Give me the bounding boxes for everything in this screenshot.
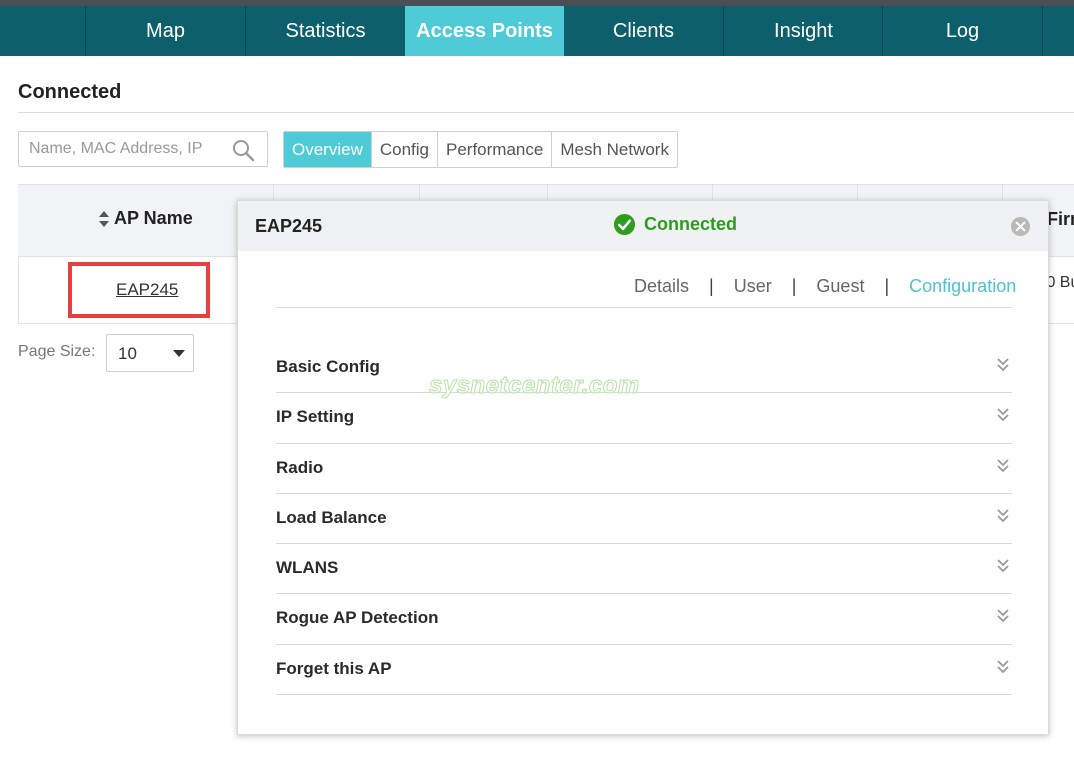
config-item-label: Load Balance [276, 507, 387, 527]
tab-configuration[interactable]: Configuration [909, 276, 1016, 297]
config-item-label: Rogue AP Detection [276, 608, 439, 628]
config-item-label: IP Setting [276, 407, 355, 427]
double-chevron-down-icon [997, 358, 1009, 372]
config-item-wlans[interactable]: WLANS [276, 544, 1012, 595]
config-item-label: Forget this AP [276, 658, 392, 678]
config-list: Basic Config IP Setting Radio Load Balan… [276, 343, 1012, 696]
nav-divider [1042, 6, 1043, 56]
double-chevron-down-icon [997, 509, 1009, 523]
config-item-label: Radio [276, 457, 324, 477]
close-icon[interactable] [1010, 216, 1031, 237]
column-header-label: AP Name [114, 208, 193, 228]
tab-separator: | [791, 276, 797, 296]
nav-tab-map[interactable]: Map [86, 6, 245, 56]
nav-tab-log[interactable]: Log [883, 6, 1042, 56]
tab-performance[interactable]: Performance [437, 132, 552, 167]
double-chevron-down-icon [997, 408, 1009, 422]
double-chevron-down-icon [997, 609, 1009, 623]
config-item-label: Basic Config [276, 357, 380, 376]
section-divider [18, 112, 1074, 113]
tab-separator: | [884, 276, 890, 296]
tab-guest[interactable]: Guest [816, 276, 864, 297]
config-item-forget-this-ap[interactable]: Forget this AP [276, 645, 1012, 696]
nav-tab-insight[interactable]: Insight [724, 6, 883, 56]
popup-header: EAP245 Connected [238, 201, 1048, 251]
page-size-value: 10 [118, 344, 137, 363]
config-item-ip-setting[interactable]: IP Setting [276, 393, 1012, 444]
status-indicator: Connected [613, 213, 737, 236]
section-title: Connected [18, 81, 122, 103]
config-item-basic-config[interactable]: Basic Config [276, 343, 1012, 394]
popup-title: EAP245 [255, 216, 323, 236]
nav-tab-statistics[interactable]: Statistics [246, 6, 405, 56]
double-chevron-down-icon [997, 660, 1009, 674]
search-icon[interactable] [231, 138, 255, 162]
view-tabs: Overview Config Performance Mesh Network [283, 131, 678, 168]
sort-icon [99, 210, 109, 227]
check-circle-icon [613, 213, 636, 236]
tab-config[interactable]: Config [370, 132, 437, 167]
double-chevron-down-icon [997, 559, 1009, 573]
tab-user[interactable]: User [734, 276, 772, 297]
nav-tab-clients[interactable]: Clients [564, 6, 723, 56]
column-header-firmware[interactable]: Firm [1047, 209, 1074, 230]
double-chevron-down-icon [997, 458, 1009, 472]
config-item-label: WLANS [276, 558, 339, 578]
search-input[interactable] [29, 138, 229, 160]
caret-down-icon [173, 350, 185, 357]
tab-mesh-network[interactable]: Mesh Network [551, 132, 677, 167]
popup-divider [276, 307, 1012, 308]
tab-separator: | [709, 276, 714, 296]
config-item-radio[interactable]: Radio [276, 444, 1012, 494]
nav-tab-access-points[interactable]: Access Points [405, 6, 564, 56]
page-size-label: Page Size: [18, 343, 96, 360]
status-text: Connected [644, 214, 738, 234]
column-header-ap-name[interactable]: AP Name [98, 208, 193, 229]
tab-details[interactable]: Details [634, 276, 689, 297]
detail-tabs: Details | User | Guest | Configuration [634, 276, 1016, 297]
config-item-load-balance[interactable]: Load Balance [276, 494, 1012, 545]
search-box [18, 131, 268, 167]
main-nav: Map Statistics Access Points Clients Ins… [0, 6, 1074, 56]
watermark-text: sysnetcenter.com [429, 372, 640, 400]
highlight-annotation [68, 262, 210, 318]
config-item-rogue-ap-detection[interactable]: Rogue AP Detection [276, 594, 1012, 645]
page-size-select[interactable]: 10 [106, 334, 194, 372]
ap-detail-popup: EAP245 Connected Details | User | Guest … [237, 200, 1049, 735]
tab-overview[interactable]: Overview [284, 132, 371, 167]
